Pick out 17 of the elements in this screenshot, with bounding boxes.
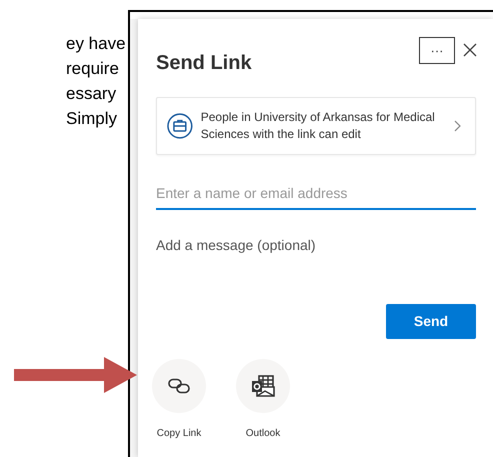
share-option-button[interactable]: Outlook (236, 359, 290, 441)
dialog-title: Send Link (156, 52, 252, 74)
slide-text: essary (66, 83, 116, 105)
slide-text: require (66, 58, 119, 80)
calendar-mail-icon (251, 375, 275, 397)
slide-text: ey have (66, 33, 126, 55)
link-icon (168, 378, 190, 394)
more-options-button[interactable]: ··· (419, 36, 455, 64)
share-option-button[interactable]: Copy Link (152, 359, 206, 441)
message-field[interactable]: Add a message (optional) (156, 230, 476, 260)
briefcase-icon (167, 113, 193, 139)
send-button[interactable]: Send (386, 304, 476, 339)
chevron-right-icon (454, 120, 461, 132)
slide-text: Simply (66, 108, 118, 130)
recipient-field[interactable]: Enter a name or email address (156, 178, 476, 210)
close-icon[interactable] (463, 43, 477, 57)
permission-card[interactable]: People in University of Arkansas for Medical Sciences with the link can edit (156, 97, 476, 155)
